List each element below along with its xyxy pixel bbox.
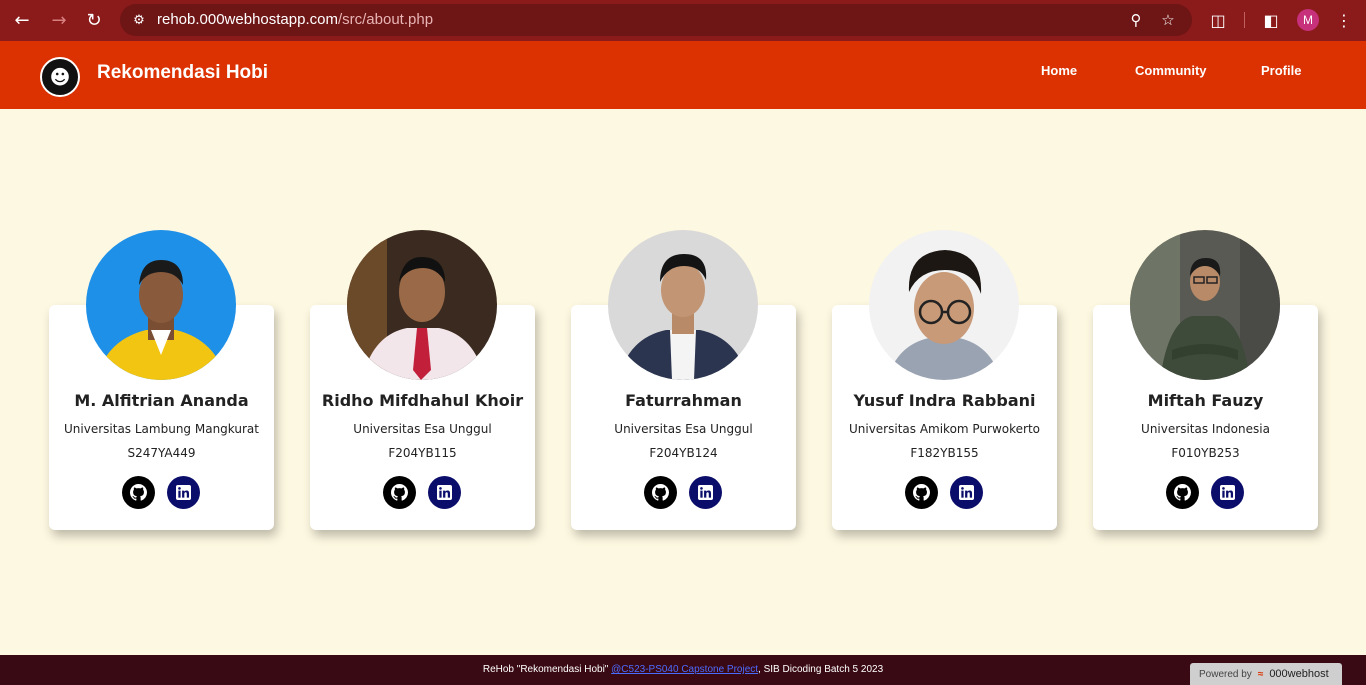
site-info-icon[interactable]: ⚙ [128,9,150,31]
bookmark-star-icon[interactable]: ☆ [1158,10,1178,30]
footer-capstone-link[interactable]: @C523-PS040 Capstone Project [611,664,758,675]
url-path: /src/about.php [337,11,434,28]
webhost-logo-icon: ≈ [1257,668,1264,680]
linkedin-icon[interactable] [689,476,722,509]
linkedin-icon[interactable] [1211,476,1244,509]
github-icon[interactable] [383,476,416,509]
url-host: rehob.000webhostapp.com [157,11,338,28]
member-photo [1130,230,1280,380]
member-university: Universitas Lambung Mangkurat [64,422,259,436]
github-icon[interactable] [644,476,677,509]
github-icon[interactable] [1166,476,1199,509]
powered-by-label: Powered by [1199,668,1252,680]
member-university: Universitas Esa Unggul [614,422,753,436]
reload-icon[interactable]: ↻ [82,8,106,32]
member-university: Universitas Esa Unggul [353,422,492,436]
back-icon[interactable]: ← [10,8,34,32]
member-photo [86,230,236,380]
member-name: Faturrahman [625,391,742,410]
github-icon[interactable] [122,476,155,509]
nav-profile[interactable]: Profile [1261,63,1301,78]
member-name: Miftah Fauzy [1147,391,1264,410]
toolbar-divider [1244,12,1245,28]
menu-kebab-icon[interactable]: ⋮ [1333,9,1355,31]
member-university: Universitas Indonesia [1141,422,1270,436]
member-id: F204YB124 [649,446,718,460]
member-university: Universitas Amikom Purwokerto [848,422,1041,436]
member-photo [608,230,758,380]
nav-community[interactable]: Community [1135,63,1207,78]
linkedin-icon[interactable] [167,476,200,509]
member-id: F204YB115 [388,446,457,460]
nav-home[interactable]: Home [1041,63,1077,78]
side-panel-icon[interactable]: ◧ [1260,9,1282,31]
member-name: Yusuf Indra Rabbani [853,391,1036,410]
brand-title[interactable]: Rekomendasi Hobi [97,62,268,84]
member-photo [869,230,1019,380]
footer-prefix: ReHob "Rekomendasi Hobi" [482,664,612,675]
linkedin-icon[interactable] [950,476,983,509]
member-name: M. Alfitrian Ananda [74,391,249,410]
member-name: Ridho Mifdhahul Khoir [321,391,524,410]
forward-icon[interactable]: → [47,8,71,32]
site-header: ☻ Rekomendasi Hobi Home Community Profil… [0,41,1366,109]
member-id: F182YB155 [910,446,979,460]
member-photo [347,230,497,380]
zoom-icon[interactable]: ⚲ [1126,10,1146,30]
extensions-icon[interactable]: ◫ [1207,9,1229,31]
rehob-logo-icon[interactable]: ☻ [40,57,80,97]
member-id: F010YB253 [1171,446,1240,460]
profile-avatar[interactable]: M [1297,9,1319,31]
linkedin-icon[interactable] [428,476,461,509]
address-bar[interactable]: ⚙ rehob.000webhostapp.com/src/about.php … [120,4,1192,36]
github-icon[interactable] [905,476,938,509]
powered-by-badge[interactable]: Powered by ≈ 000webhost [1190,663,1342,685]
footer-suffix: , SIB Dicoding Batch 5 2023 [758,664,884,675]
site-footer: ReHob "Rekomendasi Hobi" @C523-PS040 Cap… [0,655,1366,685]
member-id: S247YA449 [127,446,196,460]
powered-by-host: 000webhost [1269,668,1329,680]
url-text[interactable]: rehob.000webhostapp.com/src/about.php [157,11,433,28]
browser-toolbar: ← → ↻ ⚙ rehob.000webhostapp.com/src/abou… [0,0,1366,41]
